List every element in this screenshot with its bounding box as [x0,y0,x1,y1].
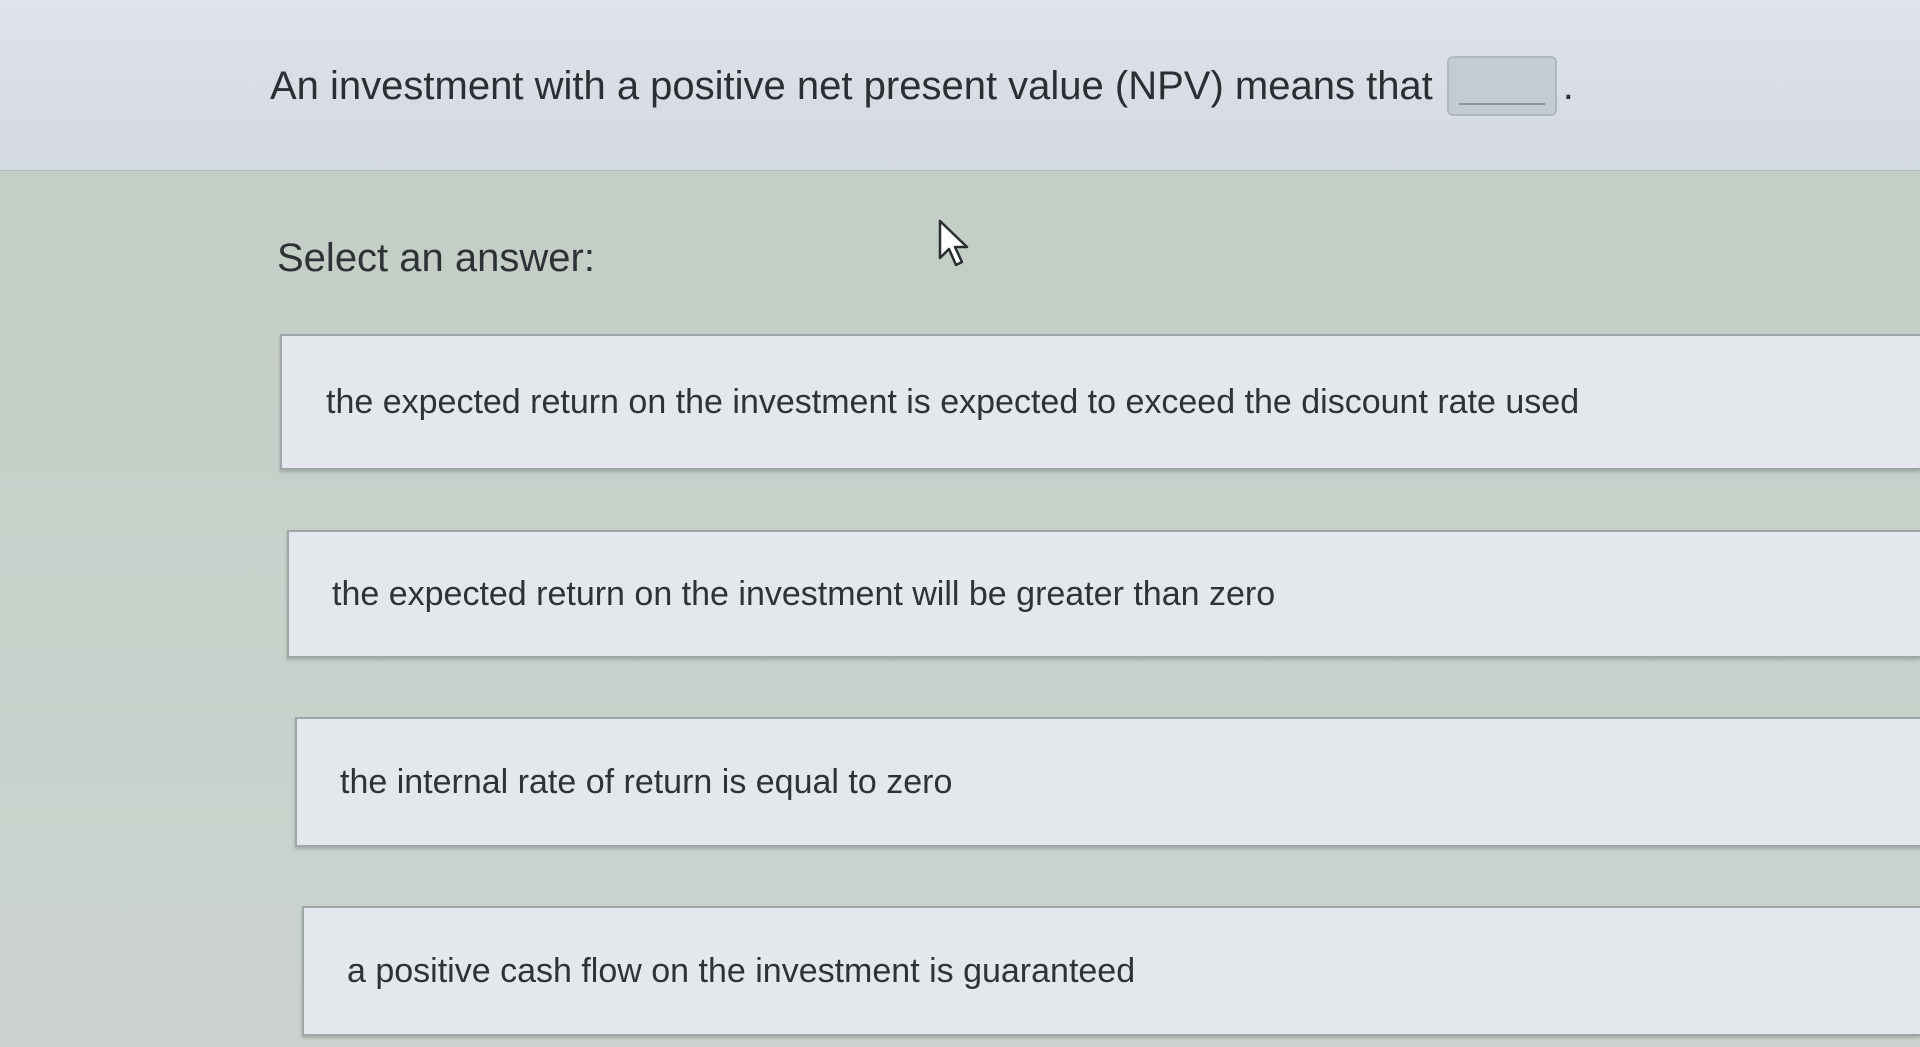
answer-option-2[interactable]: the expected return on the investment wi… [287,530,1920,658]
answer-option-1-label: the expected return on the investment is… [326,382,1580,421]
answer-option-3[interactable]: the internal rate of return is equal to … [295,717,1920,847]
answer-option-3-label: the internal rate of return is equal to … [340,762,953,801]
answer-option-2-label: the expected return on the investment wi… [332,574,1276,613]
answer-option-4[interactable]: a positive cash flow on the investment i… [302,906,1920,1036]
answer-option-1[interactable]: the expected return on the investment is… [280,334,1920,470]
answer-option-4-label: a positive cash flow on the investment i… [347,951,1136,990]
answer-options: the expected return on the investment is… [0,0,1920,1047]
